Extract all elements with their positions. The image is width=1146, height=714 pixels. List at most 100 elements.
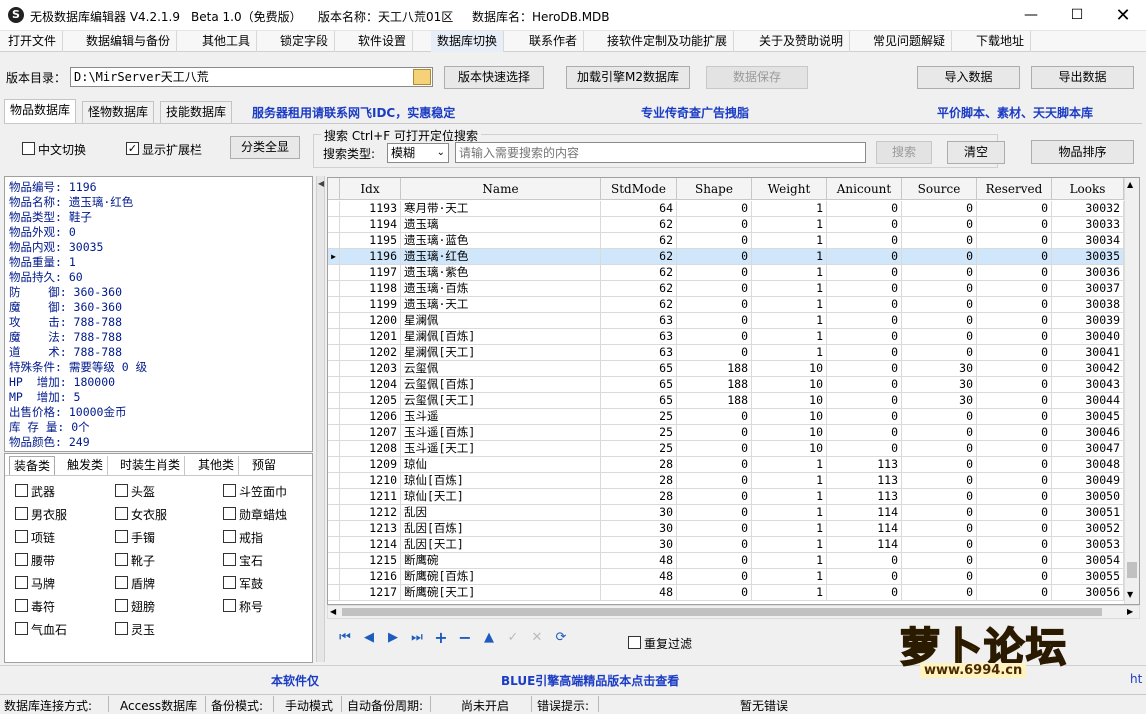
cell-reserved[interactable]: 0	[977, 313, 1052, 329]
cell-name[interactable]: 星澜佩[天工]	[401, 345, 601, 361]
cell-source[interactable]: 0	[902, 409, 977, 425]
column-header-looks[interactable]: Looks	[1052, 178, 1124, 200]
cell-anicount[interactable]: 0	[827, 441, 902, 457]
cell-looks[interactable]: 30049	[1052, 473, 1124, 489]
cell-shape[interactable]: 0	[677, 329, 752, 345]
cell-reserved[interactable]: 0	[977, 505, 1052, 521]
search-button[interactable]: 搜索	[876, 141, 932, 164]
scroll-thumb[interactable]	[1127, 562, 1137, 578]
cell-idx[interactable]: 1195	[340, 233, 401, 249]
column-header-source[interactable]: Source	[902, 178, 977, 200]
table-row[interactable]: 1199 遗玉璃·天工 62 0 1 0 0 0 30038	[328, 297, 1128, 313]
cell-weight[interactable]: 1	[752, 537, 827, 553]
cell-reserved[interactable]: 0	[977, 457, 1052, 473]
cell-source[interactable]: 0	[902, 473, 977, 489]
cell-weight[interactable]: 1	[752, 473, 827, 489]
cell-idx[interactable]: 1197	[340, 265, 401, 281]
footer-link-fragment[interactable]: ht	[1130, 672, 1142, 686]
export-data-button[interactable]: 导出数据	[1031, 66, 1134, 89]
cell-weight[interactable]: 1	[752, 201, 827, 217]
cell-source[interactable]: 0	[902, 329, 977, 345]
cell-looks[interactable]: 30043	[1052, 377, 1124, 393]
cell-stdmode[interactable]: 62	[601, 281, 677, 297]
cell-source[interactable]: 0	[902, 265, 977, 281]
column-header-stdmode[interactable]: StdMode	[601, 178, 677, 200]
up-icon[interactable]: ▲	[481, 630, 497, 646]
cell-looks[interactable]: 30040	[1052, 329, 1124, 345]
cell-shape[interactable]: 0	[677, 473, 752, 489]
table-row[interactable]: 1195 遗玉璃·蓝色 62 0 1 0 0 0 30034	[328, 233, 1128, 249]
cell-source[interactable]: 0	[902, 457, 977, 473]
category-checkbox[interactable]	[15, 530, 28, 543]
table-row[interactable]: 1193 寒月带·天工 64 0 1 0 0 0 30032	[328, 201, 1128, 217]
confirm-icon[interactable]: ✓	[505, 630, 521, 646]
cell-shape[interactable]: 0	[677, 217, 752, 233]
menu-lock-fields[interactable]: 锁定字段	[274, 31, 336, 52]
cell-reserved[interactable]: 0	[977, 489, 1052, 505]
cell-stdmode[interactable]: 28	[601, 473, 677, 489]
cell-name[interactable]: 星澜佩	[401, 313, 601, 329]
cell-name[interactable]: 断鹰碗	[401, 553, 601, 569]
chinese-switch-checkbox[interactable]	[22, 142, 35, 155]
table-row[interactable]: 1216 断鹰碗[百炼] 48 0 1 0 0 0 30055	[328, 569, 1128, 585]
cell-name[interactable]: 玉斗遥	[401, 409, 601, 425]
ad-scripts[interactable]: 平价脚本、素材、天天脚本库	[937, 104, 1093, 121]
cell-reserved[interactable]: 0	[977, 297, 1052, 313]
cell-reserved[interactable]: 0	[977, 393, 1052, 409]
table-row[interactable]: 1213 乱因[百炼] 30 0 1 114 0 0 30052	[328, 521, 1128, 537]
cell-shape[interactable]: 0	[677, 537, 752, 553]
folder-icon[interactable]	[413, 69, 431, 85]
column-header-reserved[interactable]: Reserved	[977, 178, 1052, 200]
category-checkbox[interactable]	[223, 507, 236, 520]
cell-stdmode[interactable]: 62	[601, 297, 677, 313]
category-tab-reserved[interactable]: 预留	[248, 456, 280, 475]
cell-stdmode[interactable]: 48	[601, 569, 677, 585]
table-row[interactable]: 1203 云玺佩 65 188 10 0 30 0 30042	[328, 361, 1128, 377]
column-header-weight[interactable]: Weight	[752, 178, 827, 200]
cell-name[interactable]: 断鹰碗[天工]	[401, 585, 601, 601]
cell-anicount[interactable]: 0	[827, 329, 902, 345]
cell-weight[interactable]: 1	[752, 329, 827, 345]
cell-reserved[interactable]: 0	[977, 473, 1052, 489]
cell-reserved[interactable]: 0	[977, 233, 1052, 249]
cell-shape[interactable]: 0	[677, 425, 752, 441]
cell-name[interactable]: 遗玉璃·蓝色	[401, 233, 601, 249]
cell-name[interactable]: 星澜佩[百炼]	[401, 329, 601, 345]
cell-weight[interactable]: 1	[752, 521, 827, 537]
load-engine-button[interactable]: 加载引擎M2数据库	[566, 66, 690, 89]
cell-idx[interactable]: 1209	[340, 457, 401, 473]
cell-weight[interactable]: 10	[752, 409, 827, 425]
cell-looks[interactable]: 30045	[1052, 409, 1124, 425]
cell-looks[interactable]: 30055	[1052, 569, 1124, 585]
cell-idx[interactable]: 1196	[340, 249, 401, 265]
category-checkbox[interactable]	[115, 507, 128, 520]
cell-stdmode[interactable]: 25	[601, 425, 677, 441]
category-checkbox[interactable]	[115, 599, 128, 612]
item-data-grid[interactable]: Idx Name StdMode Shape Weight Anicount Source R…	[327, 177, 1140, 605]
cell-reserved[interactable]: 0	[977, 361, 1052, 377]
table-row[interactable]: 1201 星澜佩[百炼] 63 0 1 0 0 0 30040	[328, 329, 1128, 345]
close-icon[interactable]: ✕	[1100, 0, 1146, 31]
cell-shape[interactable]: 0	[677, 265, 752, 281]
cell-stdmode[interactable]: 63	[601, 345, 677, 361]
cell-name[interactable]: 琼仙[百炼]	[401, 473, 601, 489]
cell-source[interactable]: 0	[902, 313, 977, 329]
cell-shape[interactable]: 0	[677, 489, 752, 505]
cell-stdmode[interactable]: 62	[601, 233, 677, 249]
cell-idx[interactable]: 1203	[340, 361, 401, 377]
cell-looks[interactable]: 30042	[1052, 361, 1124, 377]
cell-anicount[interactable]: 0	[827, 233, 902, 249]
footer-ad-blue[interactable]: BLUE引擎高端精品版本点击查看	[501, 672, 679, 689]
cell-shape[interactable]: 0	[677, 585, 752, 601]
cell-weight[interactable]: 1	[752, 217, 827, 233]
category-tab-other[interactable]: 其他类	[194, 456, 240, 475]
category-checkbox[interactable]	[115, 530, 128, 543]
cell-idx[interactable]: 1199	[340, 297, 401, 313]
cell-stdmode[interactable]: 25	[601, 409, 677, 425]
cell-reserved[interactable]: 0	[977, 377, 1052, 393]
cell-reserved[interactable]: 0	[977, 217, 1052, 233]
table-row[interactable]: 1197 遗玉璃·紫色 62 0 1 0 0 0 30036	[328, 265, 1128, 281]
cell-name[interactable]: 遗玉璃·天工	[401, 297, 601, 313]
menu-settings[interactable]: 软件设置	[352, 31, 414, 52]
cell-source[interactable]: 0	[902, 553, 977, 569]
